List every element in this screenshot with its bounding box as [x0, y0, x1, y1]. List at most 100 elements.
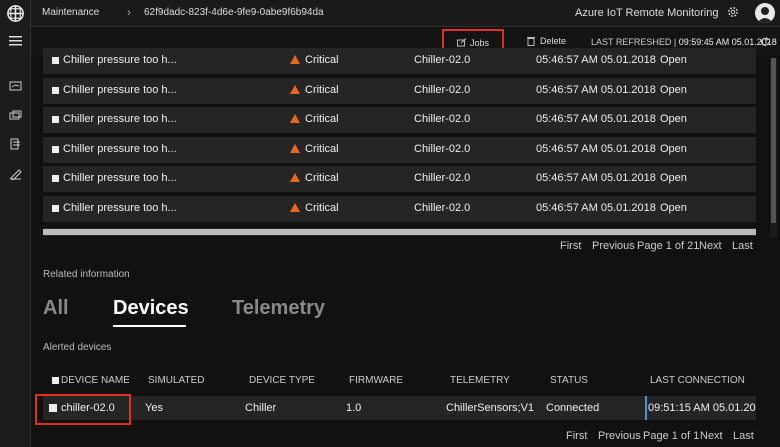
alert-severity: Critical — [305, 54, 339, 66]
alert-row[interactable]: Chiller pressure too h... Critical Chill… — [43, 166, 756, 192]
alert-name: Chiller pressure too h... — [63, 54, 177, 66]
devices-pager: First Previous Page 1 of 1 Next Last — [566, 430, 762, 444]
related-info-heading: Related information — [43, 269, 130, 280]
user-avatar[interactable] — [755, 3, 775, 23]
critical-warning-icon — [290, 203, 300, 212]
pager-page-info: Page 1 of 21 — [637, 240, 700, 252]
active-tab-underline — [113, 325, 186, 327]
alert-row[interactable]: Chiller pressure too h... Critical Chill… — [43, 107, 756, 133]
alert-severity: Critical — [305, 113, 339, 125]
alert-row[interactable]: Chiller pressure too h... Critical Chill… — [43, 78, 756, 104]
hamburger-menu-icon[interactable] — [9, 36, 22, 46]
col-simulated[interactable]: SIMULATED — [148, 375, 205, 386]
alert-device: Chiller-02.0 — [414, 84, 471, 96]
selection-marker — [645, 396, 647, 420]
tab-all[interactable]: All — [43, 297, 69, 320]
alert-name: Chiller pressure too h... — [63, 172, 177, 184]
row-checkbox[interactable] — [52, 87, 59, 94]
critical-warning-icon — [290, 55, 300, 64]
alert-time: 05:46:57 AM 05.01.2018 — [536, 172, 656, 184]
alert-row[interactable]: Chiller pressure too h... Critical Chill… — [43, 196, 756, 222]
pager-next[interactable]: Next — [700, 430, 723, 442]
alert-name: Chiller pressure too h... — [63, 84, 177, 96]
tab-telemetry[interactable]: Telemetry — [232, 297, 325, 320]
row-checkbox[interactable] — [52, 57, 59, 64]
critical-warning-icon — [290, 144, 300, 153]
row-checkbox[interactable] — [52, 175, 59, 182]
rules-icon[interactable] — [9, 138, 22, 151]
alert-row[interactable]: Chiller pressure too h... Critical Chill… — [43, 48, 756, 74]
row-checkbox[interactable] — [52, 205, 59, 212]
pager-previous[interactable]: Previous — [592, 240, 635, 252]
refresh-icon[interactable] — [760, 37, 770, 47]
alert-severity: Critical — [305, 172, 339, 184]
pager-page-info: Page 1 of 1 — [643, 430, 700, 442]
dashboard-icon[interactable] — [9, 80, 22, 93]
left-nav — [0, 0, 31, 447]
alert-device: Chiller-02.0 — [414, 172, 471, 184]
col-firmware[interactable]: FIRMWARE — [349, 375, 403, 386]
devices-table-header: DEVICE NAME SIMULATED DEVICE TYPE FIRMWA… — [43, 374, 756, 390]
horizontal-scrollbar[interactable] — [43, 228, 756, 236]
alert-device: Chiller-02.0 — [414, 202, 471, 214]
alert-severity: Critical — [305, 143, 339, 155]
alert-row[interactable]: Chiller pressure too h... Critical Chill… — [43, 137, 756, 163]
alerted-devices-heading: Alerted devices — [43, 342, 112, 353]
scroll-thumb[interactable] — [43, 229, 756, 235]
alert-severity: Critical — [305, 84, 339, 96]
highlight-box — [35, 394, 131, 425]
pager-last[interactable]: Last — [732, 240, 753, 252]
alert-status: Open — [660, 172, 687, 184]
app-logo-icon — [7, 5, 24, 22]
row-checkbox[interactable] — [52, 116, 59, 123]
col-telemetry[interactable]: TELEMETRY — [450, 375, 510, 386]
trash-icon — [527, 37, 535, 46]
devices-icon[interactable] — [9, 109, 22, 122]
alert-time: 05:46:57 AM 05.01.2018 — [536, 143, 656, 155]
scroll-thumb[interactable] — [771, 58, 776, 223]
critical-warning-icon — [290, 173, 300, 182]
device-last-connection: 09:51:15 AM 05.01.201 — [648, 402, 756, 414]
gear-icon[interactable] — [726, 5, 740, 19]
maintenance-icon[interactable] — [9, 167, 22, 180]
top-bar: Maintenance › 62f9dadc-823f-4d6e-9fe9-0a… — [31, 0, 780, 27]
alert-name: Chiller pressure too h... — [63, 202, 177, 214]
row-checkbox[interactable] — [52, 146, 59, 153]
alert-time: 05:46:57 AM 05.01.2018 — [536, 202, 656, 214]
user-icon — [757, 7, 773, 23]
pager-last[interactable]: Last — [733, 430, 754, 442]
alert-time: 05:46:57 AM 05.01.2018 — [536, 113, 656, 125]
breadcrumb-alert-id: 62f9dadc-823f-4d6e-9fe9-0abe9f6b94da — [144, 7, 324, 18]
pager-first[interactable]: First — [566, 430, 587, 442]
vertical-scrollbar[interactable] — [770, 58, 777, 238]
last-refreshed-label: LAST REFRESHED | — [591, 37, 677, 47]
col-status[interactable]: STATUS — [550, 375, 588, 386]
alert-status: Open — [660, 202, 687, 214]
device-row[interactable]: chiller-02.0 Yes Chiller 1.0 ChillerSens… — [43, 396, 756, 420]
alert-status: Open — [660, 143, 687, 155]
alert-status: Open — [660, 54, 687, 66]
critical-warning-icon — [290, 85, 300, 94]
alert-name: Chiller pressure too h... — [63, 143, 177, 155]
device-type: Chiller — [245, 402, 277, 414]
device-simulated: Yes — [145, 402, 163, 414]
jobs-icon — [457, 38, 467, 47]
col-device-type[interactable]: DEVICE TYPE — [249, 375, 315, 386]
pager-first[interactable]: First — [560, 240, 581, 252]
delete-label: Delete — [540, 36, 567, 46]
alert-device: Chiller-02.0 — [414, 113, 471, 125]
tab-devices[interactable]: Devices — [113, 297, 189, 320]
alert-time: 05:46:57 AM 05.01.2018 — [536, 84, 656, 96]
col-last-connection[interactable]: LAST CONNECTION — [650, 375, 745, 386]
pager-next[interactable]: Next — [699, 240, 722, 252]
device-telemetry: ChillerSensors;V1 — [446, 402, 535, 414]
chevron-right-icon: › — [127, 5, 131, 19]
col-device-name[interactable]: DEVICE NAME — [61, 375, 130, 386]
alerts-pager: First Previous Page 1 of 21 Next Last — [560, 240, 760, 254]
select-all-checkbox[interactable] — [52, 377, 59, 384]
alert-name: Chiller pressure too h... — [63, 113, 177, 125]
alert-severity: Critical — [305, 202, 339, 214]
breadcrumb-maintenance[interactable]: Maintenance — [42, 7, 99, 18]
pager-previous[interactable]: Previous — [598, 430, 641, 442]
last-refreshed: LAST REFRESHED | 09:59:45 AM 05.01.2018 — [591, 37, 777, 47]
